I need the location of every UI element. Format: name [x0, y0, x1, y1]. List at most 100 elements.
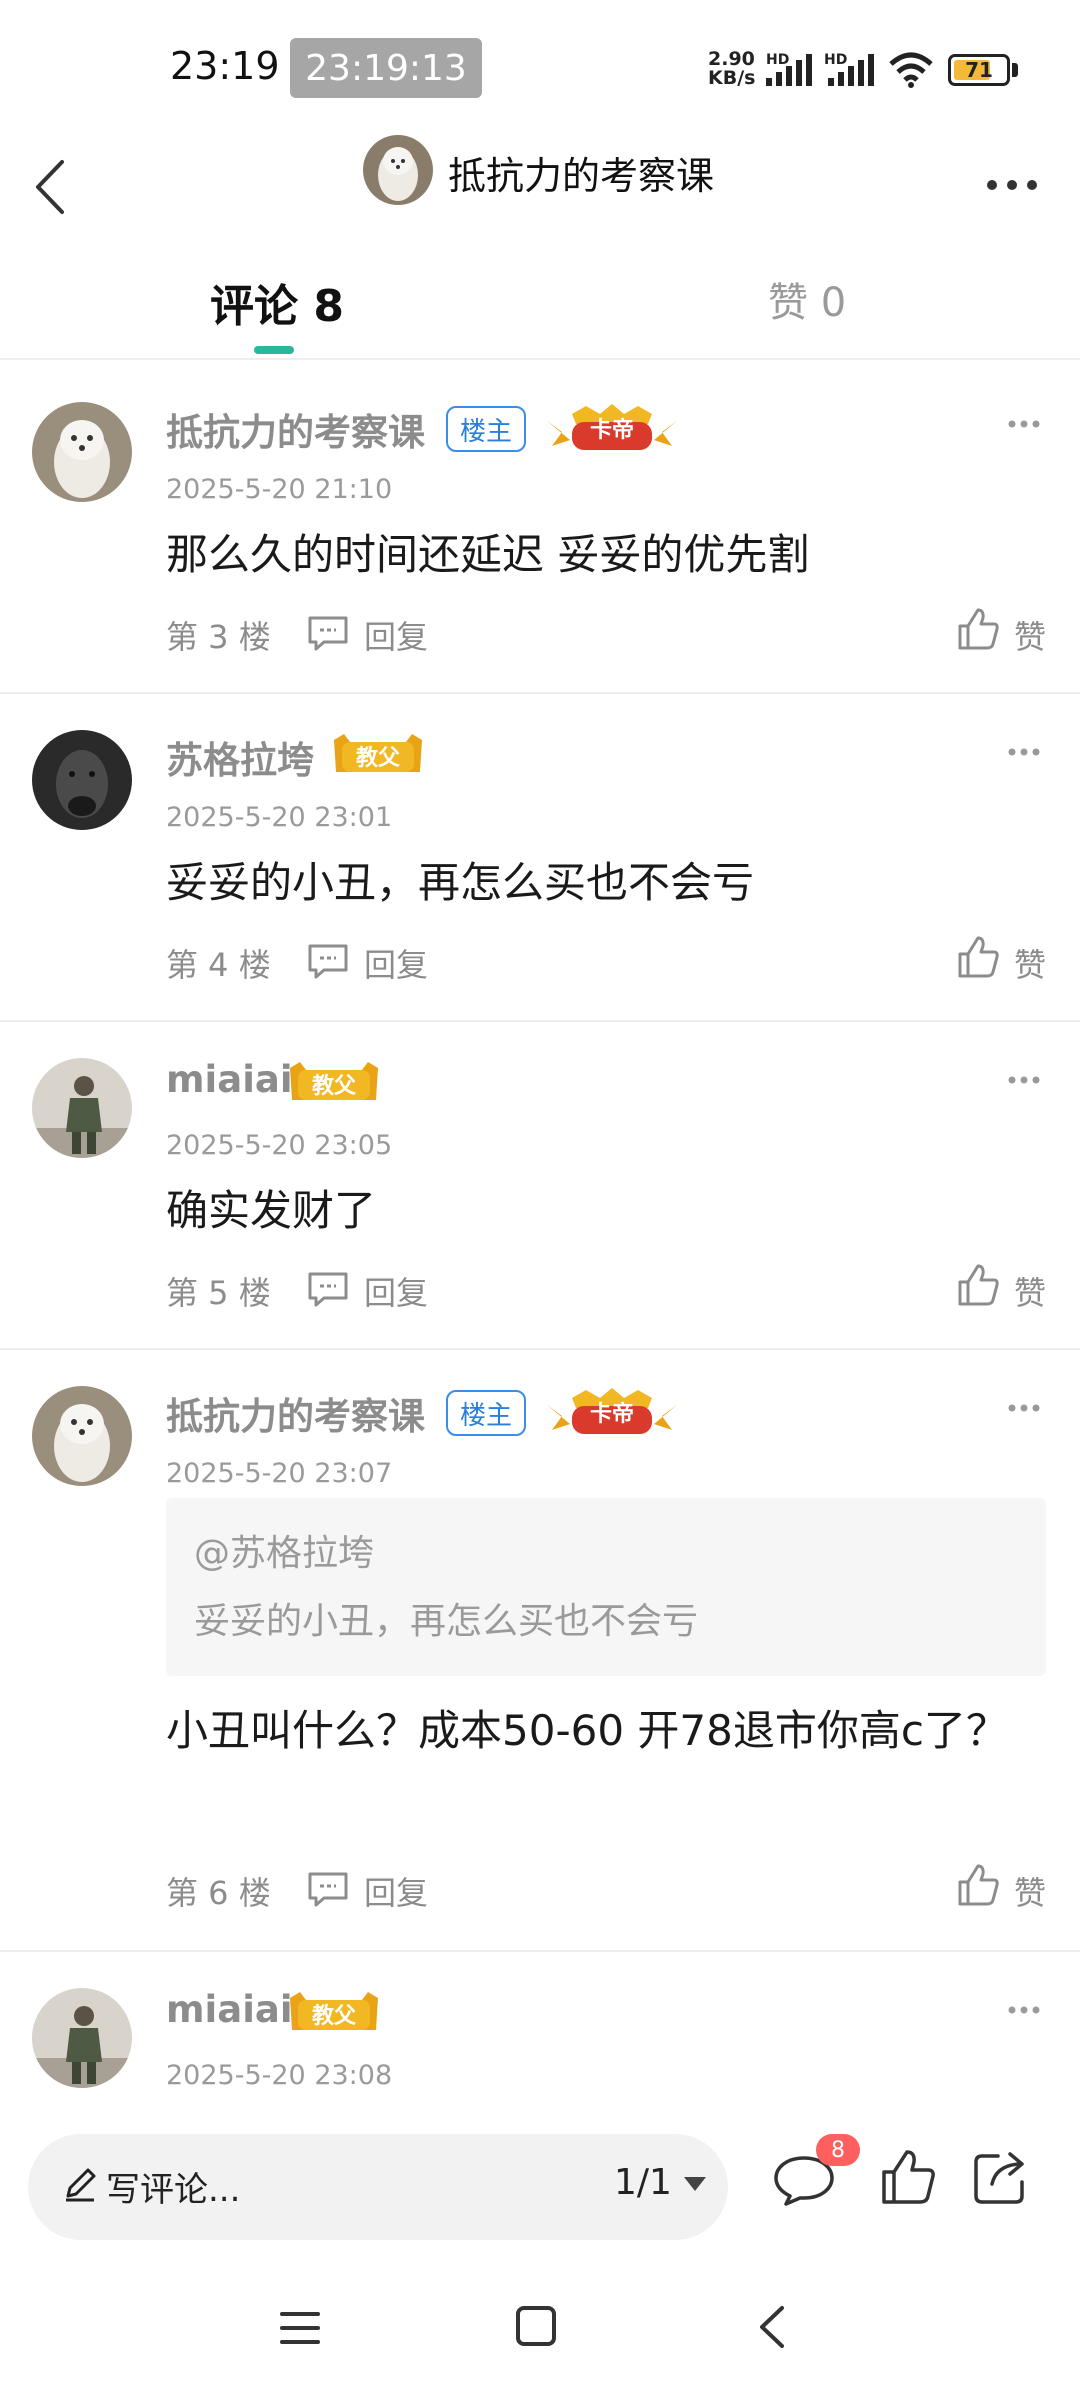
comment-author[interactable]: miaiai [166, 1988, 293, 2031]
wifi-icon [889, 52, 933, 88]
like-icon[interactable] [956, 606, 1000, 652]
back-icon[interactable] [22, 142, 92, 232]
comment-list[interactable]: 抵抗力的考察课 楼主 卡帝 2025-5-20 21:10 那么久的时间还延迟 … [0, 366, 1080, 2106]
comment-author[interactable]: 抵抗力的考察课 [166, 1386, 425, 1440]
reply-icon[interactable] [306, 942, 350, 980]
comment-footer: 第 5 楼 回复 赞 [166, 1264, 1046, 1318]
comment-text: 妥妥的小丑，再怎么买也不会亏 [166, 858, 755, 907]
system-nav-bar [0, 2258, 1080, 2400]
signal-icon-2 [828, 54, 874, 86]
comment-footer: 第 4 楼 回复 赞 [166, 936, 1046, 990]
comment-time: 2025-5-20 23:08 [166, 2060, 393, 2091]
network-speed-unit: KB/s [708, 67, 756, 89]
pencil-icon [66, 2168, 96, 2202]
status-bar: 23:19 23:19:13 2.90 KB/s HD HD 71 [0, 0, 1080, 130]
page-indicator[interactable]: 1/1 [614, 2162, 672, 2203]
like-icon[interactable] [956, 1262, 1000, 1308]
quoted-text: 妥妥的小丑，再怎么买也不会亏 [194, 1601, 699, 1642]
battery-cap [1012, 63, 1018, 77]
avatar[interactable] [32, 1988, 132, 2088]
floor-number: 第 3 楼 [166, 618, 271, 656]
comment-author[interactable]: 苏格拉垮 [166, 730, 314, 784]
nav-back-icon[interactable] [752, 2302, 792, 2352]
comment-item: miaiai 教父 2025-5-20 23:05 确实发财了 第 5 楼 回复… [0, 1022, 1080, 1350]
tab-active-indicator [254, 346, 294, 354]
menu-icon[interactable] [278, 2306, 322, 2350]
share-icon[interactable] [972, 2148, 1030, 2206]
home-icon[interactable] [514, 2304, 558, 2348]
like-button[interactable]: 赞 [1014, 612, 1046, 658]
host-badge: 楼主 [446, 406, 527, 452]
more-options-icon[interactable] [978, 145, 1048, 205]
comment-time: 2025-5-20 21:10 [166, 474, 393, 505]
comment-author[interactable]: miaiai [166, 1058, 293, 1101]
medal-badge: 卡帝 [542, 1386, 682, 1438]
comment-more-icon[interactable] [1004, 740, 1044, 764]
floor-number: 第 5 楼 [166, 1274, 271, 1312]
comment-more-icon[interactable] [1004, 1396, 1044, 1420]
avatar[interactable] [32, 730, 132, 830]
reply-button[interactable]: 回复 [364, 1868, 428, 1914]
reply-button[interactable]: 回复 [364, 612, 428, 658]
comment-more-icon[interactable] [1004, 1068, 1044, 1092]
comment-footer: 第 3 楼 回复 赞 [166, 608, 1046, 662]
like-icon[interactable] [956, 934, 1000, 980]
like-button[interactable]: 赞 [1014, 940, 1046, 986]
comment-time: 2025-5-20 23:01 [166, 802, 393, 833]
comment-item: 抵抗力的考察课 楼主 卡帝 2025-5-20 23:07 @苏格拉垮 妥妥的小… [0, 1350, 1080, 1952]
floor-number: 第 6 楼 [166, 1874, 271, 1912]
signal-icon-1 [766, 54, 812, 86]
quoted-author[interactable]: @苏格拉垮 [194, 1524, 374, 1576]
avatar[interactable] [32, 1386, 132, 1486]
status-time: 23:19 [170, 44, 280, 88]
comment-time: 2025-5-20 23:05 [166, 1130, 393, 1161]
tab-comments[interactable]: 评论 8 [210, 270, 344, 334]
floor-number: 第 4 楼 [166, 946, 271, 984]
reply-button[interactable]: 回复 [364, 1268, 428, 1314]
medal-label: 教父 [311, 1074, 356, 1099]
like-icon[interactable] [880, 2148, 936, 2206]
tab-bar: 评论 8 赞 0 [0, 250, 1080, 360]
avatar[interactable] [32, 1058, 132, 1158]
medal-badge: 教父 [330, 730, 426, 782]
comment-author[interactable]: 抵抗力的考察课 [166, 402, 425, 456]
comment-item: miaiai 教父 2025-5-20 23:08 [0, 1952, 1080, 2106]
like-button[interactable]: 赞 [1014, 1268, 1046, 1314]
medal-label: 卡帝 [589, 418, 634, 443]
write-comment-input[interactable]: 写评论... 1/1 [28, 2134, 728, 2240]
host-badge: 楼主 [446, 1390, 527, 1436]
comment-more-icon[interactable] [1004, 1998, 1044, 2022]
bottom-action-bar: 写评论... 1/1 8 [0, 2108, 1080, 2258]
comment-count-badge: 8 [816, 2134, 860, 2166]
battery-level: 71 [965, 58, 993, 82]
comment-text: 那么久的时间还延迟 妥妥的优先割 [166, 530, 810, 579]
tab-likes[interactable]: 赞 0 [768, 270, 846, 328]
medal-label: 教父 [355, 746, 400, 771]
header-avatar[interactable] [363, 135, 433, 205]
status-time-overlay: 23:19:13 [290, 38, 482, 98]
quoted-comment[interactable]: @苏格拉垮 妥妥的小丑，再怎么买也不会亏 [166, 1498, 1046, 1676]
medal-badge: 教父 [286, 1058, 382, 1110]
comment-footer: 第 6 楼 回复 赞 [166, 1864, 1046, 1918]
comment-text: 小丑叫什么？成本50-60 开78退市你高c了？ [166, 1706, 1008, 1755]
network-speed: 2.90 KB/s [708, 50, 755, 88]
caret-down-icon[interactable] [682, 2174, 708, 2194]
comment-item: 苏格拉垮 教父 2025-5-20 23:01 妥妥的小丑，再怎么买也不会亏 第… [0, 694, 1080, 1022]
medal-badge: 教父 [286, 1988, 382, 2040]
like-icon[interactable] [956, 1862, 1000, 1908]
battery-icon: 71 [948, 54, 1010, 86]
page-title: 抵抗力的考察课 [448, 154, 715, 198]
medal-label: 卡帝 [589, 1402, 634, 1427]
reply-icon[interactable] [306, 1270, 350, 1308]
avatar[interactable] [32, 402, 132, 502]
comment-item: 抵抗力的考察课 楼主 卡帝 2025-5-20 21:10 那么久的时间还延迟 … [0, 366, 1080, 694]
write-comment-placeholder: 写评论... [106, 2170, 241, 2210]
reply-icon[interactable] [306, 1870, 350, 1908]
reply-icon[interactable] [306, 614, 350, 652]
reply-button[interactable]: 回复 [364, 940, 428, 986]
comment-text: 确实发财了 [166, 1186, 377, 1235]
comment-more-icon[interactable] [1004, 412, 1044, 436]
medal-badge: 卡帝 [542, 402, 682, 454]
like-button[interactable]: 赞 [1014, 1868, 1046, 1914]
comment-time: 2025-5-20 23:07 [166, 1458, 393, 1489]
